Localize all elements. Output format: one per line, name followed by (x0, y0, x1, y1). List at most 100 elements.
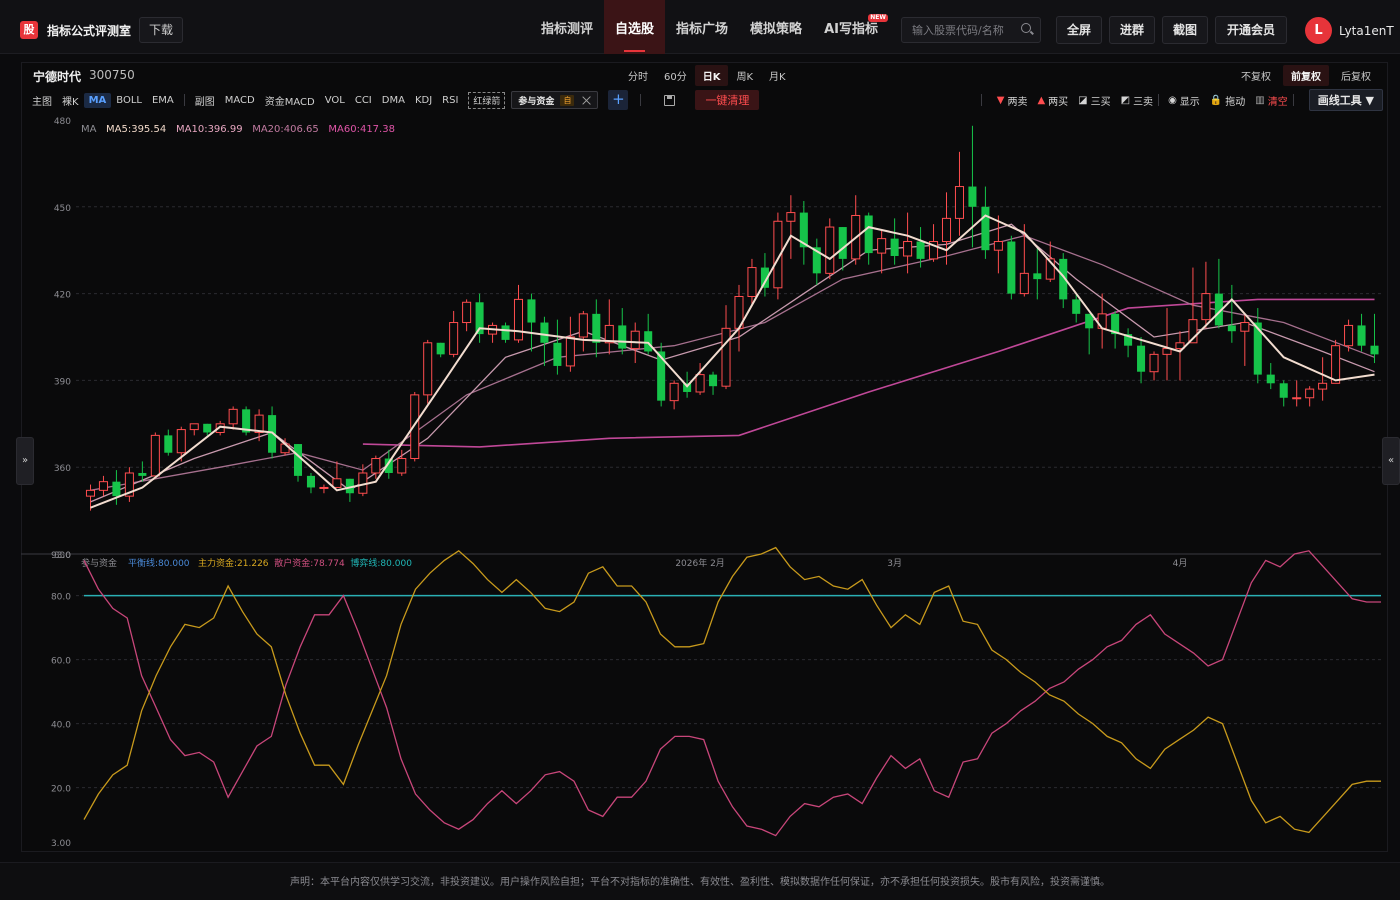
tool-three-sell[interactable]: ◩ 三卖 (1121, 93, 1153, 108)
brand-title[interactable]: 指标公式评测室 (47, 22, 131, 39)
tool-clear[interactable]: ▥ 清空 (1255, 93, 1287, 108)
stock-search[interactable] (901, 17, 1041, 43)
tab-period-day[interactable]: 日K (694, 65, 729, 86)
candle-body-down (203, 423, 212, 433)
indicator-ma[interactable]: MA (83, 92, 112, 108)
indicator-macd[interactable]: MACD (220, 93, 260, 108)
candle-body-down (644, 331, 653, 352)
candle-body-down (657, 351, 666, 401)
candle-body-down (916, 241, 925, 259)
divider (183, 94, 185, 106)
sub-legend-item: 博弈线:80.000 (350, 557, 412, 569)
one-click-clear-button[interactable]: 一键清理 (695, 90, 760, 110)
indicator-rsi[interactable]: RSI (437, 93, 463, 108)
tab-period-60min[interactable]: 60分 (656, 65, 695, 86)
candle-body-up (150, 434, 160, 477)
candle-body-up (1201, 293, 1211, 321)
candle-body-up (189, 423, 199, 431)
indicator-toolbar: 主图 裸K MA BOLL EMA 副图 MACD 资金MACD VOL CCI… (22, 88, 1389, 112)
divider (980, 94, 982, 106)
candle-body-down (709, 374, 718, 387)
candle-body-down (1227, 325, 1236, 332)
indicator-ema[interactable]: EMA (147, 93, 179, 108)
up-triangle-icon: ▲ (1037, 94, 1046, 106)
candle-body-down (436, 342, 445, 355)
download-button[interactable]: 下载 (139, 17, 183, 43)
indicator-dma[interactable]: DMA (377, 93, 410, 108)
indicator-naked-k[interactable]: 裸K (57, 91, 84, 110)
candle-body-down (293, 444, 303, 476)
indicator-sub[interactable]: 副图 (190, 91, 220, 110)
fullscreen-button[interactable]: 全屏 (1056, 16, 1102, 44)
y-tick-label: 450 (54, 204, 71, 214)
candle-body-up (513, 298, 524, 341)
logo-icon[interactable]: 股 (20, 21, 38, 39)
add-indicator-button[interactable]: + (608, 90, 629, 110)
active-indicator-label: 参与资金 (518, 96, 555, 107)
three-sell-icon: ◩ (1120, 94, 1131, 106)
candle-body-up (903, 241, 913, 257)
indicator-boll[interactable]: BOLL (111, 93, 147, 108)
indicator-vol[interactable]: VOL (320, 93, 350, 108)
search-input[interactable] (902, 18, 1014, 42)
tool-two-sell[interactable]: ▼ 两卖 (997, 93, 1028, 108)
join-group-button[interactable]: 进群 (1109, 16, 1155, 44)
y-tick-label: 93.0 (51, 551, 71, 561)
tool-drag[interactable]: 🔒 拖动 (1210, 93, 1245, 108)
tool-three-buy[interactable]: ◪ 三买 (1078, 93, 1110, 108)
nav-item-ai-indicator[interactable]: AI写指标 NEW (813, 0, 889, 54)
candle-body-down (838, 227, 847, 259)
down-triangle-icon: ▼ (996, 94, 1005, 106)
tab-forward-adjust[interactable]: 前复权 (1283, 65, 1329, 86)
tool-show[interactable]: ◉ 显示 (1168, 93, 1200, 108)
indicator-main[interactable]: 主图 (27, 91, 57, 110)
tab-period-week[interactable]: 周K (728, 65, 761, 86)
candle-body-up (877, 238, 887, 254)
nav-item-watchlist[interactable]: 自选股 (604, 0, 666, 54)
username[interactable]: Lyta1enT (1339, 24, 1394, 38)
screenshot-button[interactable]: 截图 (1162, 16, 1208, 44)
candle-body-up (332, 478, 342, 488)
candle-body-up (1292, 397, 1302, 400)
candle-body-down (1072, 299, 1081, 314)
candle-body-down (138, 472, 147, 476)
candle-body-up (993, 241, 1003, 251)
candle-body-up (1149, 353, 1159, 373)
ma-legend-prefix: MA (81, 124, 97, 135)
tab-backward-adjust[interactable]: 后复权 (1333, 65, 1379, 86)
tab-no-adjust[interactable]: 不复权 (1233, 65, 1279, 86)
candle-body-down (968, 186, 977, 207)
kline-chart[interactable]: 480450420390360330MA MA5:395.54 MA10:396.9… (21, 112, 1388, 850)
tab-period-month[interactable]: 月K (761, 65, 794, 86)
candle-body-down (1357, 325, 1366, 346)
candle-body-down (1137, 345, 1146, 372)
candle-body-up (1344, 324, 1354, 347)
ma5-line (90, 214, 1375, 509)
candle-body-up (410, 394, 420, 460)
stock-code: 300750 (89, 68, 135, 82)
active-indicator-tag[interactable]: 参与资金 自 (511, 91, 599, 109)
new-badge: NEW (868, 14, 888, 22)
y-tick-label: 3.00 (51, 839, 71, 849)
period-tabs: 分时 60分 日K 周K 月K (620, 65, 794, 86)
ma-legend-item: MA20:406.65 (252, 124, 319, 135)
close-icon[interactable] (582, 96, 591, 105)
three-buy-icon: ◪ (1078, 94, 1088, 106)
nav-item-strategy[interactable]: 模拟策略 (739, 0, 813, 54)
indicator-fund-macd[interactable]: 资金MACD (260, 91, 320, 110)
indicator-cci[interactable]: CCI (350, 93, 377, 108)
indicator-kdj[interactable]: KDJ (410, 93, 437, 108)
nav-item-evaluate[interactable]: 指标测评 (530, 0, 604, 54)
draw-tools-dropdown[interactable]: 画线工具 ▼ (1308, 89, 1383, 111)
tool-two-buy[interactable]: ▲ 两买 (1037, 93, 1068, 108)
nav-item-square[interactable]: 指标广场 (665, 0, 739, 54)
search-icon[interactable] (1021, 23, 1031, 33)
candle-body-up (941, 217, 952, 243)
avatar[interactable]: L (1305, 17, 1332, 44)
candle-body-down (890, 238, 899, 256)
indicator-red-green-arrow[interactable]: 红绿箭 (468, 91, 506, 109)
x-tick-label: 3月 (887, 558, 902, 569)
save-icon[interactable] (664, 94, 676, 106)
vip-button[interactable]: 开通会员 (1215, 16, 1287, 44)
tab-period-minute[interactable]: 分时 (620, 65, 656, 86)
